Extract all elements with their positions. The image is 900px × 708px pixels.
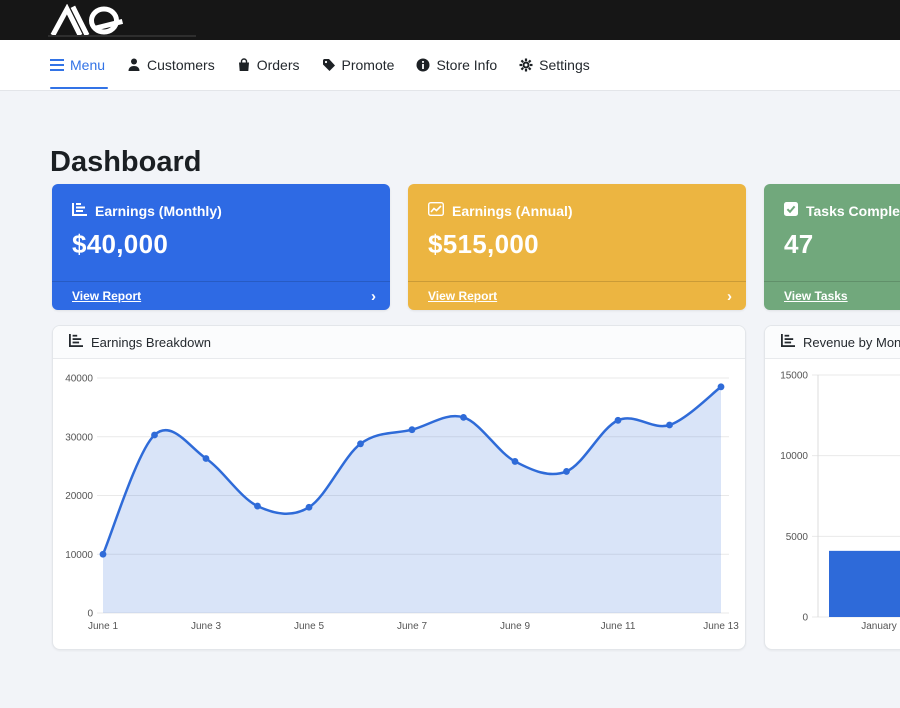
chevron-right-icon[interactable]: › bbox=[727, 289, 732, 304]
stat-card-value: $515,000 bbox=[408, 219, 746, 260]
svg-text:0: 0 bbox=[87, 609, 93, 620]
nav-label: Settings bbox=[539, 57, 590, 73]
stat-card-label: Tasks Completed bbox=[806, 203, 900, 219]
stat-cards-row: Earnings (Monthly) $40,000 View Report ›… bbox=[52, 184, 900, 310]
stat-card-footer: View Tasks › bbox=[764, 281, 900, 310]
charts-row: Earnings Breakdown 0 10000 20000 30000 40000… bbox=[52, 325, 900, 650]
nav-item-customers[interactable]: Customers bbox=[116, 40, 226, 90]
bar-chart-icon bbox=[781, 334, 795, 350]
svg-text:June 5: June 5 bbox=[294, 621, 324, 632]
nav-label: Menu bbox=[70, 57, 105, 73]
nav-item-orders[interactable]: Orders bbox=[226, 40, 311, 90]
svg-text:40000: 40000 bbox=[65, 374, 93, 385]
svg-text:5000: 5000 bbox=[786, 532, 809, 543]
svg-text:30000: 30000 bbox=[65, 432, 93, 443]
svg-text:20000: 20000 bbox=[65, 491, 93, 502]
svg-text:June 13: June 13 bbox=[703, 621, 739, 632]
card-earnings-annual: Earnings (Annual) $515,000 View Report › bbox=[408, 184, 746, 310]
revenue-by-month-card: Revenue by Month 0 5000 10000 15000 January bbox=[764, 325, 900, 650]
svg-text:June 9: June 9 bbox=[500, 621, 530, 632]
chart-card-header: Revenue by Month bbox=[765, 326, 900, 359]
stat-card-label: Earnings (Monthly) bbox=[95, 203, 222, 219]
svg-text:June 7: June 7 bbox=[397, 621, 427, 632]
page-title: Dashboard bbox=[50, 146, 201, 179]
chart-title: Revenue by Month bbox=[803, 335, 900, 350]
revenue-by-month-chart: 0 5000 10000 15000 January bbox=[765, 359, 900, 650]
nav-item-store-info[interactable]: Store Info bbox=[405, 40, 508, 90]
earnings-breakdown-card: Earnings Breakdown 0 10000 20000 30000 40000… bbox=[52, 325, 746, 650]
chevron-right-icon[interactable]: › bbox=[371, 289, 376, 304]
svg-text:June 3: June 3 bbox=[191, 621, 221, 632]
stat-card-value: 47 bbox=[764, 219, 900, 260]
top-app-bar bbox=[0, 0, 900, 40]
hamburger-icon bbox=[50, 59, 64, 71]
bag-icon bbox=[237, 58, 251, 72]
view-report-link[interactable]: View Report bbox=[72, 289, 141, 303]
nav-label: Store Info bbox=[436, 57, 497, 73]
stat-card-label: Earnings (Annual) bbox=[452, 203, 573, 219]
view-tasks-link[interactable]: View Tasks bbox=[784, 289, 848, 303]
tag-icon bbox=[322, 58, 336, 72]
card-earnings-monthly: Earnings (Monthly) $40,000 View Report › bbox=[52, 184, 390, 310]
person-icon bbox=[127, 58, 141, 72]
earnings-breakdown-chart: 0 10000 20000 30000 40000 June 1 June 3 June 5 J… bbox=[53, 359, 745, 650]
gear-icon bbox=[519, 58, 533, 72]
nav-item-settings[interactable]: Settings bbox=[508, 40, 601, 90]
aq-logo-icon bbox=[48, 4, 158, 36]
chart-card-header: Earnings Breakdown bbox=[53, 326, 745, 359]
logo-underline bbox=[48, 35, 196, 37]
line-chart-icon bbox=[428, 202, 444, 219]
svg-text:15000: 15000 bbox=[780, 371, 808, 382]
svg-text:10000: 10000 bbox=[780, 451, 808, 462]
svg-text:10000: 10000 bbox=[65, 550, 93, 561]
nav-label: Customers bbox=[147, 57, 215, 73]
stat-card-value: $40,000 bbox=[52, 219, 390, 260]
view-report-link[interactable]: View Report bbox=[428, 289, 497, 303]
bar-chart-icon bbox=[72, 202, 87, 219]
main-nav: Menu Customers Orders Promote Store Info bbox=[0, 40, 900, 91]
svg-text:June 1: June 1 bbox=[88, 621, 118, 632]
svg-text:June 11: June 11 bbox=[601, 621, 636, 632]
svg-text:0: 0 bbox=[802, 613, 808, 624]
nav-item-menu[interactable]: Menu bbox=[50, 40, 116, 90]
nav-label: Orders bbox=[257, 57, 300, 73]
nav-label: Promote bbox=[342, 57, 395, 73]
stat-card-footer: View Report › bbox=[52, 281, 390, 310]
nav-item-promote[interactable]: Promote bbox=[311, 40, 406, 90]
info-circle-icon bbox=[416, 58, 430, 72]
check-square-icon bbox=[784, 202, 798, 219]
chart-title: Earnings Breakdown bbox=[91, 335, 211, 350]
svg-text:January: January bbox=[861, 621, 897, 632]
bar-chart-icon bbox=[69, 334, 83, 350]
card-tasks-completed: Tasks Completed 47 View Tasks › bbox=[764, 184, 900, 310]
stat-card-footer: View Report › bbox=[408, 281, 746, 310]
